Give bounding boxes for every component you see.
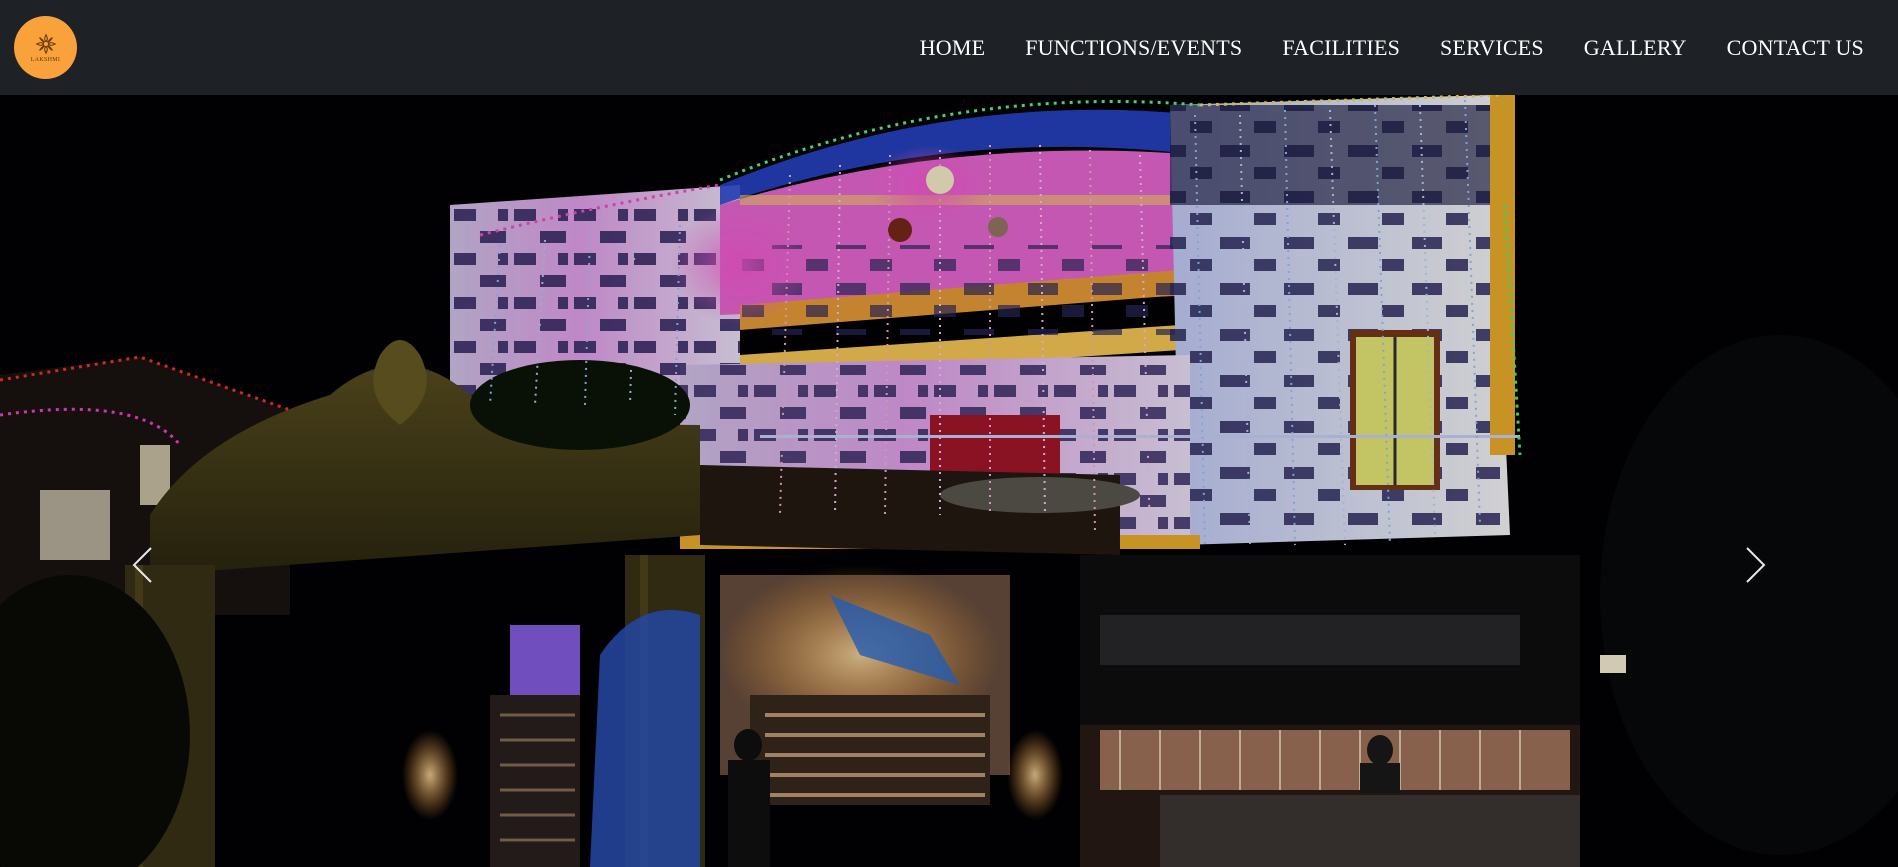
site-logo[interactable]: LAKSHMI [14, 16, 77, 79]
chevron-right-icon [1746, 547, 1766, 583]
hero-image [0, 95, 1898, 867]
nav-item-facilities[interactable]: FACILITIES [1282, 35, 1400, 61]
nav-item-functions-events[interactable]: FUNCTIONS/EVENTS [1025, 35, 1242, 61]
nav-item-gallery[interactable]: GALLERY [1584, 35, 1687, 61]
hero-slider [0, 95, 1898, 867]
logo-text: LAKSHMI [30, 56, 61, 63]
nav-item-contact-us[interactable]: CONTACT US [1727, 35, 1864, 61]
lotus-logo-icon [35, 33, 56, 54]
top-navbar: LAKSHMI HOME FUNCTIONS/EVENTS FACILITIES… [0, 0, 1898, 95]
slider-next-button[interactable] [1736, 540, 1776, 590]
main-nav: HOME FUNCTIONS/EVENTS FACILITIES SERVICE… [920, 0, 1864, 95]
nav-item-services[interactable]: SERVICES [1440, 35, 1544, 61]
nav-item-home[interactable]: HOME [920, 35, 986, 61]
chevron-left-icon [132, 547, 152, 583]
slider-prev-button[interactable] [122, 540, 162, 590]
